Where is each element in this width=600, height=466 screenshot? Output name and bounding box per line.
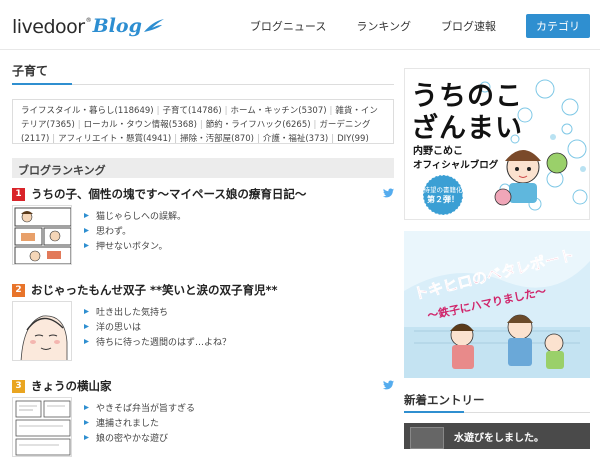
category-separator: | — [199, 120, 203, 130]
bullet-arrow-icon — [84, 324, 89, 329]
category-link[interactable]: ローカル・タウン情報(5368) — [84, 120, 197, 130]
rank-number-badge: 2 — [12, 283, 25, 297]
site-header: livedoor ® Blog ブログニュース ランキング ブログ速報 カテゴリ — [0, 0, 600, 50]
category-link[interactable]: 掃除・汚部屋(870) — [180, 134, 254, 143]
logo-blog-text: Blog — [92, 15, 142, 37]
entry-link[interactable]: 連捕されました — [84, 415, 195, 430]
new-entry-title: 水遊びをしました。 — [454, 433, 544, 444]
blog-thumbnail[interactable] — [12, 301, 72, 361]
uchinoko-zanmai-banner-image: 待望の書籍化 第２弾！ うちのこ ざんまい 内野こめこ オフィシャルブログ — [405, 69, 589, 219]
blog-thumbnail[interactable] — [12, 397, 72, 457]
logo-registered-mark: ® — [85, 17, 92, 24]
banner1-title-line2: ざんまい — [411, 112, 523, 144]
sidebar: 待望の書籍化 第２弾！ うちのこ ざんまい 内野こめこ オフィシャルブログ トキ… — [404, 68, 590, 449]
page-title: 子育て — [12, 62, 394, 85]
nav-ranking[interactable]: ランキング — [356, 18, 411, 34]
banner1-author: 内野こめこ — [413, 144, 463, 157]
nav-blog-news[interactable]: ブログニュース — [250, 18, 326, 34]
banner1-subtitle: オフィシャルブログ — [413, 159, 499, 171]
ranking-header: ブログランキング — [12, 158, 394, 178]
category-link[interactable]: DIY(99) — [337, 134, 369, 143]
manga-thumbnail-image — [13, 206, 71, 264]
ranking-blog-title[interactable]: うちの子、個性の塊です〜マイペース娘の療育日記〜 — [31, 186, 306, 202]
rank-number-badge: 3 — [12, 379, 25, 393]
tokihiro-beta-report-banner-image: トキヒロのベタレポート 〜鉄子にハマりました〜 — [404, 231, 590, 378]
entry-link[interactable]: 洋の思いは — [84, 319, 231, 334]
entry-link[interactable]: やきそば弁当が旨すぎる — [84, 400, 195, 415]
entry-link[interactable]: 待ちに待った週間のはず…よね？ — [84, 334, 231, 349]
twitter-icon[interactable] — [383, 380, 394, 390]
manga-thumbnail-image — [13, 302, 71, 360]
entry-link[interactable]: 吐き出した気持ち — [84, 304, 231, 319]
entry-title: 洋の思いは — [96, 323, 142, 333]
uchinoko-zanmai-banner[interactable]: 待望の書籍化 第２弾！ うちのこ ざんまい 内野こめこ オフィシャルブログ — [404, 68, 590, 220]
new-entry-item[interactable]: 水遊びをしました。 — [404, 423, 590, 449]
new-entries-title: 新着エントリー — [404, 392, 590, 413]
main-nav: ブログニュース ランキング ブログ速報 カテゴリ — [250, 14, 590, 38]
nav-blog-sokuho[interactable]: ブログ速報 — [441, 18, 496, 34]
twitter-icon[interactable] — [383, 188, 394, 198]
ranking-blog-title[interactable]: おじゃったもんせ双子 **笑いと涙の双子育児** — [31, 282, 278, 298]
logo-livedoor-text: livedoor — [12, 16, 85, 38]
entry-title: やきそば弁当が旨すぎる — [96, 404, 196, 414]
category-link[interactable]: ライフスタイル・暮らし(118649) — [21, 106, 154, 116]
new-entry-thumbnail — [410, 427, 444, 449]
bullet-arrow-icon — [84, 339, 89, 344]
entry-title: 思わず。 — [96, 227, 132, 237]
category-separator: | — [77, 120, 81, 130]
bullet-arrow-icon — [84, 243, 89, 248]
tokihiro-beta-report-banner[interactable]: トキヒロのベタレポート 〜鉄子にハマりました〜 — [404, 231, 590, 378]
livedoor-blog-logo[interactable]: livedoor ® Blog — [12, 12, 165, 38]
category-link[interactable]: 節約・ライフハック(6265) — [206, 120, 311, 130]
banner1-badge-line2: 第２弾！ — [427, 194, 459, 204]
entry-title: 押せないボタン。 — [96, 242, 168, 252]
entry-link[interactable]: 娘の密やかな遊び — [84, 430, 195, 445]
category-separator: | — [256, 134, 260, 144]
banner1-title-line1: うちのこ — [411, 81, 523, 112]
entry-title: 待ちに待った週間のはず…よね？ — [96, 338, 232, 348]
rank-number-badge: 1 — [12, 187, 25, 201]
bullet-arrow-icon — [84, 435, 89, 440]
bullet-arrow-icon — [84, 309, 89, 314]
main-column: 子育て ライフスタイル・暮らし(118649) | 子育て(14786) | ホーム・キ… — [12, 62, 394, 466]
entry-title: 吐き出した気持ち — [96, 308, 169, 318]
entry-title: 猫じゃらしへの誤解。 — [96, 212, 187, 222]
entry-title: 娘の密やかな遊び — [96, 434, 169, 444]
bullet-arrow-icon — [84, 405, 89, 410]
category-link[interactable]: 子育て(14786) — [162, 106, 221, 116]
wing-icon — [143, 19, 164, 32]
category-link[interactable]: ホーム・キッチン(5307) — [231, 106, 327, 116]
bullet-arrow-icon — [84, 228, 89, 233]
blog-thumbnail[interactable] — [12, 205, 72, 265]
manga-thumbnail-image — [13, 398, 71, 456]
bullet-arrow-icon — [84, 420, 89, 425]
entry-link[interactable]: 猫じゃらしへの誤解。 — [84, 208, 186, 223]
category-list: ライフスタイル・暮らし(118649) | 子育て(14786) | ホーム・キッチン(… — [12, 99, 394, 144]
category-link[interactable]: アフィリエイト・懸賞(4941) — [58, 134, 171, 143]
bullet-arrow-icon — [84, 213, 89, 218]
ranking-item: 2 おじゃったもんせ双子 **笑いと涙の双子育児** 吐き出した気持ち 洋の思い… — [12, 282, 394, 370]
category-link[interactable]: 介護・福祉(373) — [263, 134, 328, 143]
ranking-blog-title[interactable]: きょうの横山家 — [31, 378, 112, 394]
category-separator: | — [331, 134, 335, 144]
entry-title: 連捕されました — [96, 419, 160, 429]
category-separator: | — [52, 134, 56, 144]
entry-link[interactable]: 思わず。 — [84, 223, 186, 238]
category-button[interactable]: カテゴリ — [526, 14, 590, 38]
category-separator: | — [174, 134, 178, 144]
banner1-badge-line1: 待望の書籍化 — [424, 185, 464, 194]
ranking-item: 3 きょうの横山家 やきそば弁当が旨すぎる 連捕されました 娘の密やかな遊び — [12, 378, 394, 466]
entry-link[interactable]: 押せないボタン。 — [84, 238, 186, 253]
ranking-item: 1 うちの子、個性の塊です〜マイペース娘の療育日記〜 猫じゃらしへの誤解。 思わ… — [12, 186, 394, 274]
category-separator: | — [224, 106, 228, 116]
